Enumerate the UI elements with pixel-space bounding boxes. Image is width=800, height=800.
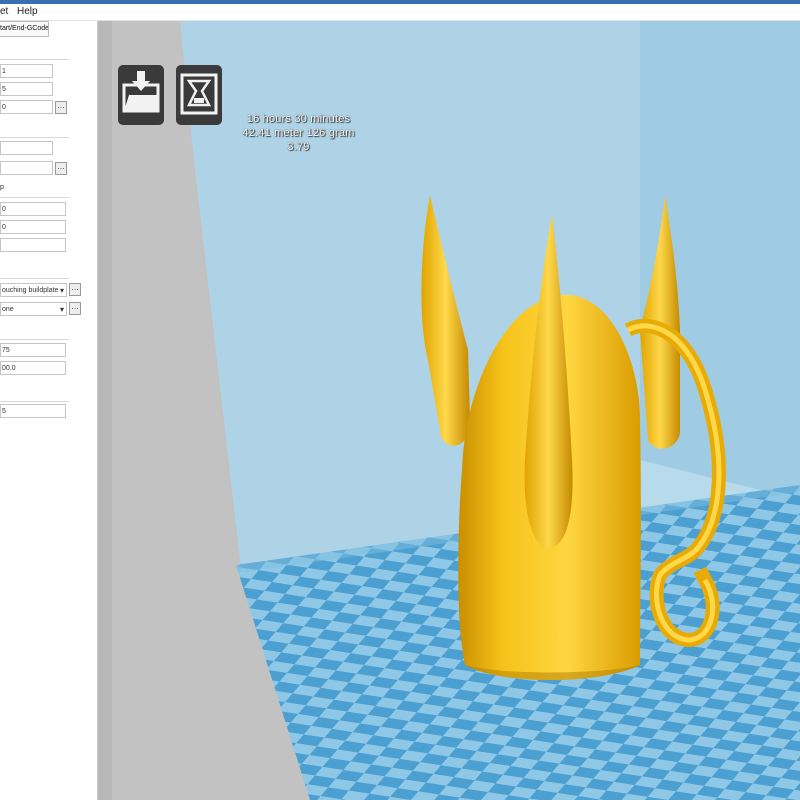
setting-more-button-2[interactable]: … xyxy=(55,162,67,175)
section-divider xyxy=(0,401,69,402)
print-cost-text: 3.79 xyxy=(287,141,310,153)
filament-flow-field[interactable]: 00.0 xyxy=(0,361,66,375)
nozzle-size-field[interactable]: 5 xyxy=(0,404,66,418)
left-gray-edge xyxy=(98,21,112,800)
support-more-button[interactable]: … xyxy=(69,302,81,315)
menu-item-help[interactable]: Help xyxy=(17,6,38,17)
settings-panel: tart/End-GCode 1 5 0 … … p 0 0 ouching b… xyxy=(0,21,98,800)
setting-more-button-1[interactable]: … xyxy=(55,101,67,114)
menu-item-expert[interactable]: et xyxy=(0,6,8,17)
setting-field-8[interactable] xyxy=(0,238,66,252)
save-toolpath-icon xyxy=(180,73,218,115)
print-material-text: 42.41 meter 126 gram xyxy=(242,127,355,139)
tab-start-end-gcode[interactable]: tart/End-GCode xyxy=(0,21,49,37)
adhesion-more-button[interactable]: … xyxy=(69,283,81,296)
section-divider xyxy=(0,137,69,138)
load-model-button[interactable] xyxy=(118,65,164,125)
section-divider xyxy=(0,59,69,60)
setting-field-4[interactable] xyxy=(0,141,53,155)
save-toolpath-button[interactable] xyxy=(176,65,222,125)
filament-diameter-field[interactable]: 75 xyxy=(0,343,66,357)
setting-field-3[interactable]: 0 xyxy=(0,100,53,114)
load-model-icon xyxy=(122,71,160,113)
setting-field-7[interactable]: 0 xyxy=(0,220,66,234)
build-volume-scene xyxy=(98,21,800,800)
print-time-text: 16 hours 30 minutes xyxy=(246,113,351,125)
setting-field-6[interactable]: 0 xyxy=(0,202,66,216)
3d-viewport[interactable]: 16 hours 30 minutes 42.41 meter 126 gram… xyxy=(98,21,800,800)
section-divider xyxy=(0,339,69,340)
setting-field-2[interactable]: 5 xyxy=(0,82,53,96)
section-divider xyxy=(0,197,69,198)
platform-adhesion-select[interactable]: ouching buildplate xyxy=(0,283,67,297)
section-label: p xyxy=(0,184,4,191)
section-divider xyxy=(0,278,69,279)
setting-field-1[interactable]: 1 xyxy=(0,64,53,78)
menu-bar: et Help xyxy=(0,4,800,21)
setting-field-5[interactable] xyxy=(0,161,53,175)
support-type-select[interactable]: one xyxy=(0,302,67,316)
